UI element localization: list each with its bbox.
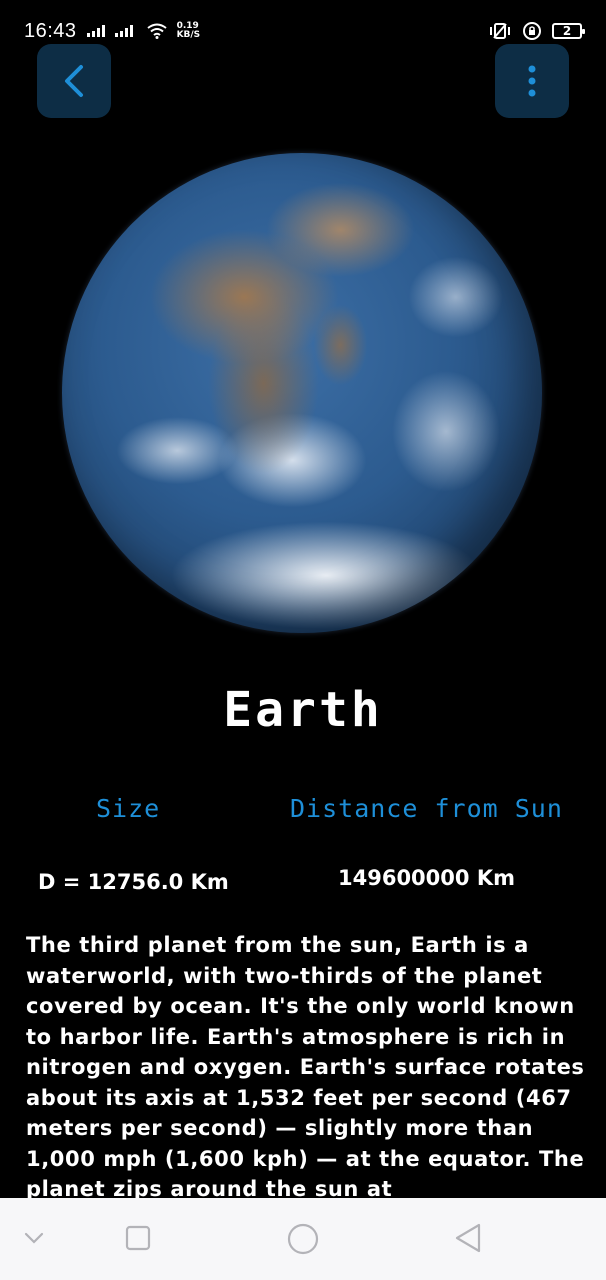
vibrate-icon — [490, 23, 510, 39]
home-button[interactable] — [286, 1222, 320, 1256]
distance-label: Distance from Sun — [290, 794, 563, 823]
recents-icon — [125, 1225, 151, 1251]
size-value: D = 12756.0 Km — [38, 870, 229, 894]
chevron-down-icon — [24, 1232, 44, 1244]
home-icon — [287, 1223, 319, 1255]
planet-description: The third planet from the sun, Earth is … — [26, 933, 585, 1200]
more-options-button[interactable] — [495, 44, 569, 118]
status-time: 16:43 — [24, 19, 77, 42]
nav-back-button[interactable] — [452, 1222, 484, 1254]
status-right: 2 — [488, 21, 585, 41]
battery-level: 2 — [562, 24, 572, 38]
signal-icon-2 — [114, 25, 133, 37]
status-left: 16:43 0.19 KB/S — [24, 20, 200, 43]
collapse-button[interactable] — [20, 1226, 48, 1250]
page-title: Earth — [223, 682, 383, 738]
earth-globe — [62, 153, 542, 633]
distance-value: 149600000 Km — [338, 866, 515, 890]
net-speed: 0.19 KB/S — [177, 22, 201, 40]
recents-button[interactable] — [124, 1224, 152, 1252]
net-speed-unit: KB/S — [176, 30, 201, 40]
back-triangle-icon — [455, 1223, 481, 1253]
chevron-left-icon — [65, 65, 83, 97]
planet-image — [62, 153, 542, 633]
wifi-icon — [146, 23, 167, 39]
back-button[interactable] — [37, 44, 111, 118]
size-label: Size — [96, 794, 161, 823]
more-vertical-icon — [528, 65, 536, 97]
battery-icon: 2 — [552, 23, 585, 39]
signal-icon — [86, 25, 105, 37]
system-nav-bar — [0, 1198, 606, 1280]
lock-rotation-icon — [523, 22, 541, 40]
